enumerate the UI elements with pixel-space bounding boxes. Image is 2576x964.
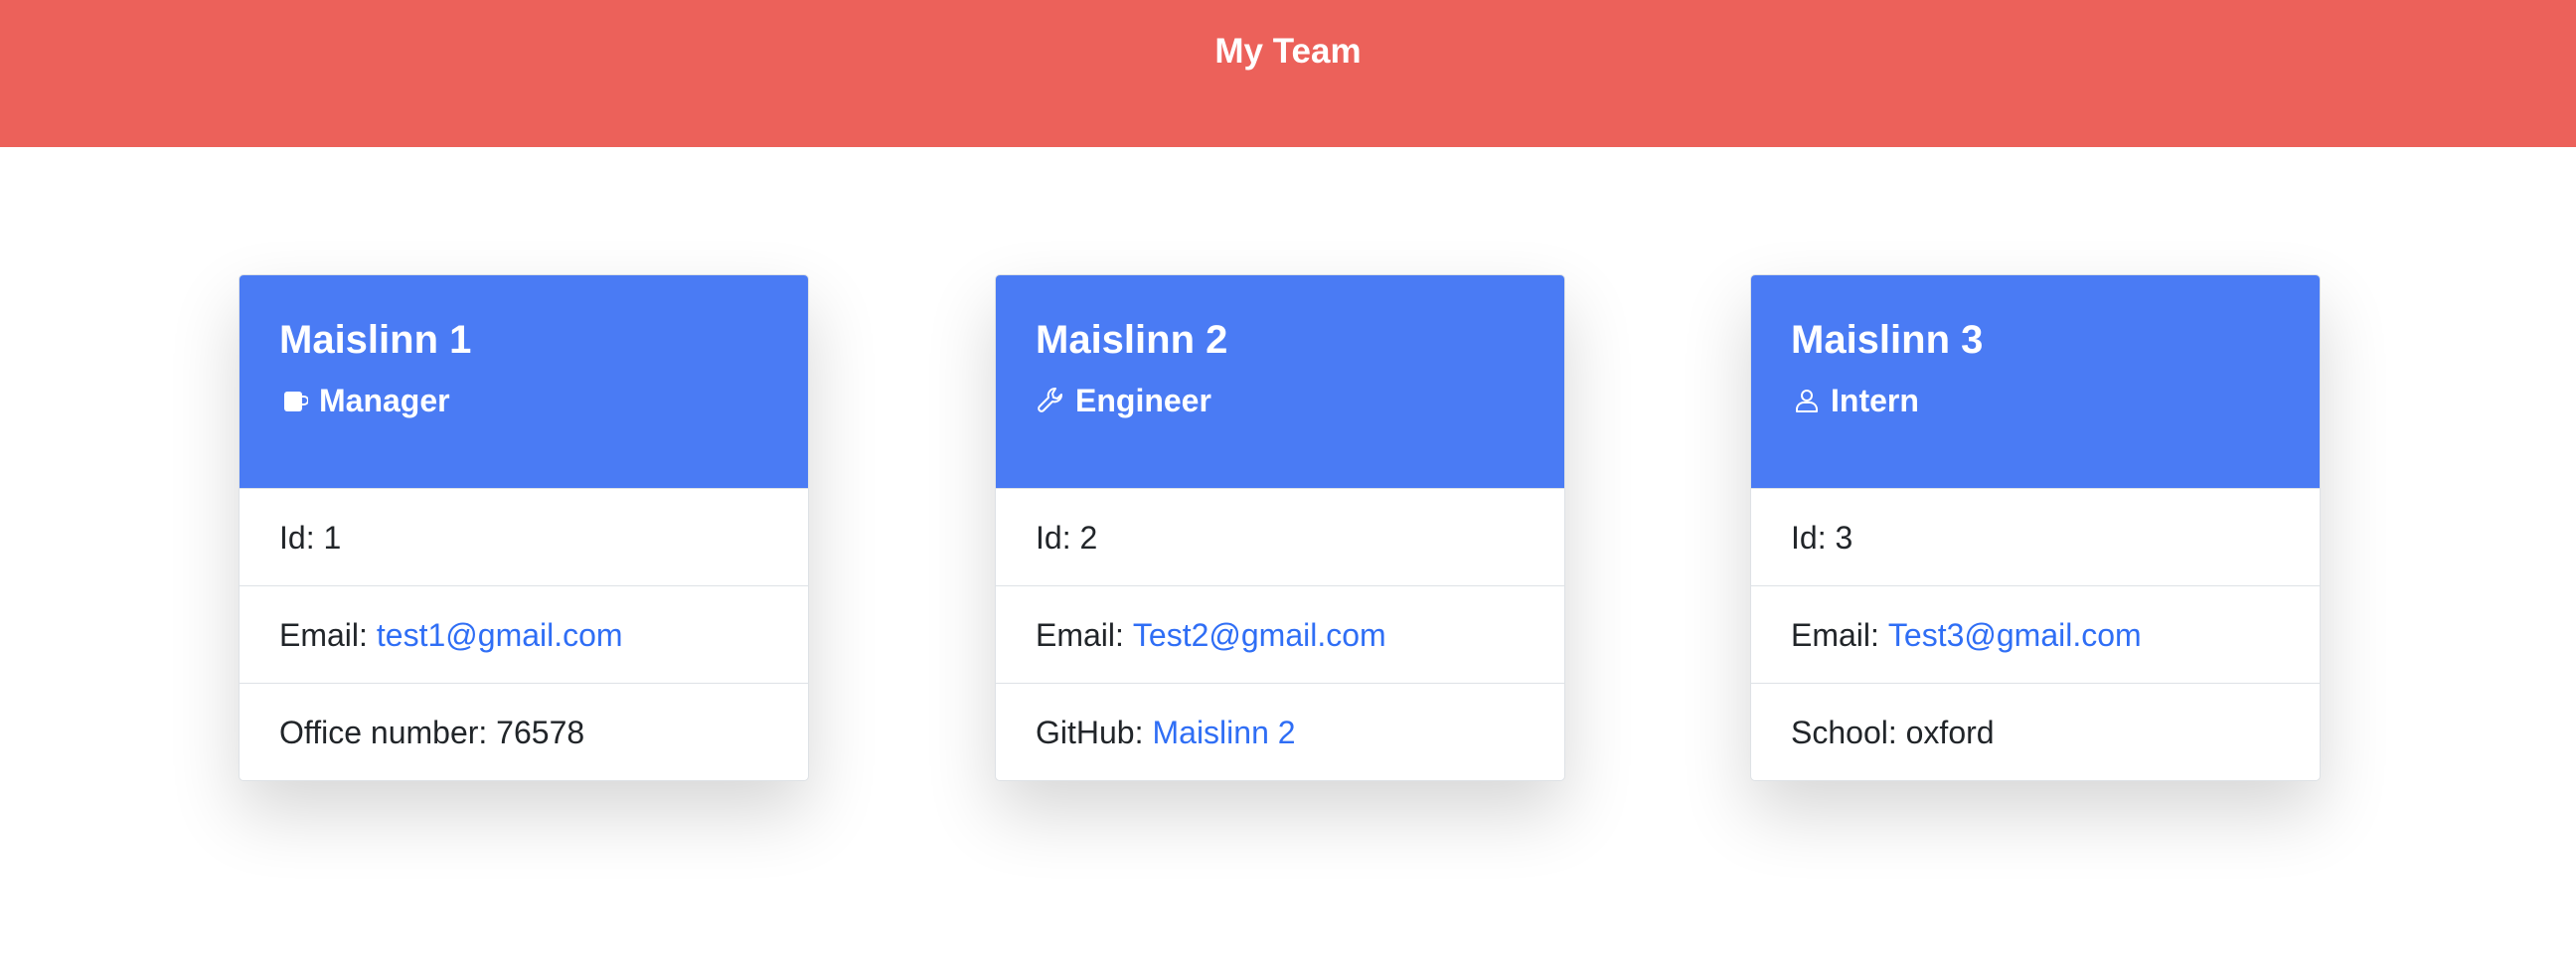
github-link[interactable]: Maislinn 2 [1152,713,1295,752]
team-cards: Maislinn 1 Manager Id: 1 Email: test1@gm… [0,147,2576,964]
employee-role: Intern [1791,381,2320,420]
id-row: Id: 2 [996,488,1564,585]
employee-name: Maislinn 2 [1036,318,1228,362]
office-number-row: Office number: 76578 [240,683,808,780]
role-label: Manager [319,383,450,418]
school-row: School: oxford [1751,683,2320,780]
github-label: GitHub: [1036,714,1144,750]
email-link[interactable]: Test2@gmail.com [1133,615,1386,655]
mug-icon [279,385,311,416]
employee-role: Manager [279,381,808,420]
email-label: Email: [1036,616,1124,653]
card-header: Maislinn 1 Manager [240,275,808,488]
employee-card-manager: Maislinn 1 Manager Id: 1 Email: test1@gm… [239,274,809,781]
wrench-icon [1036,385,1067,416]
card-header: Maislinn 3 Intern [1751,275,2320,488]
id-label: Id: 3 [1791,519,1853,556]
role-label: Intern [1831,383,1919,418]
person-icon [1791,385,1823,416]
school-label: School: oxford [1791,714,1995,750]
page-title: My Team [1214,32,1362,71]
email-row: Email: Test3@gmail.com [1751,585,2320,683]
employee-card-intern: Maislinn 3 Intern Id: 3 Email: Test3@gma… [1750,274,2321,781]
card-header: Maislinn 2 Engineer [996,275,1564,488]
email-row: Email: test1@gmail.com [240,585,808,683]
github-row: GitHub: Maislinn 2 [996,683,1564,780]
page-header: My Team [0,0,2576,147]
employee-role: Engineer [1036,381,1564,420]
employee-card-engineer: Maislinn 2 Engineer Id: 2 Email: Test2@g… [995,274,1565,781]
employee-name: Maislinn 3 [1791,318,1984,362]
email-row: Email: Test2@gmail.com [996,585,1564,683]
id-row: Id: 1 [240,488,808,585]
id-label: Id: 2 [1036,519,1098,556]
id-label: Id: 1 [279,519,342,556]
id-row: Id: 3 [1751,488,2320,585]
email-link[interactable]: Test3@gmail.com [1888,615,2142,655]
email-link[interactable]: test1@gmail.com [377,615,623,655]
employee-name: Maislinn 1 [279,318,472,362]
email-label: Email: [1791,616,1879,653]
role-label: Engineer [1075,383,1211,418]
email-label: Email: [279,616,368,653]
office-number-label: Office number: 76578 [279,714,585,750]
